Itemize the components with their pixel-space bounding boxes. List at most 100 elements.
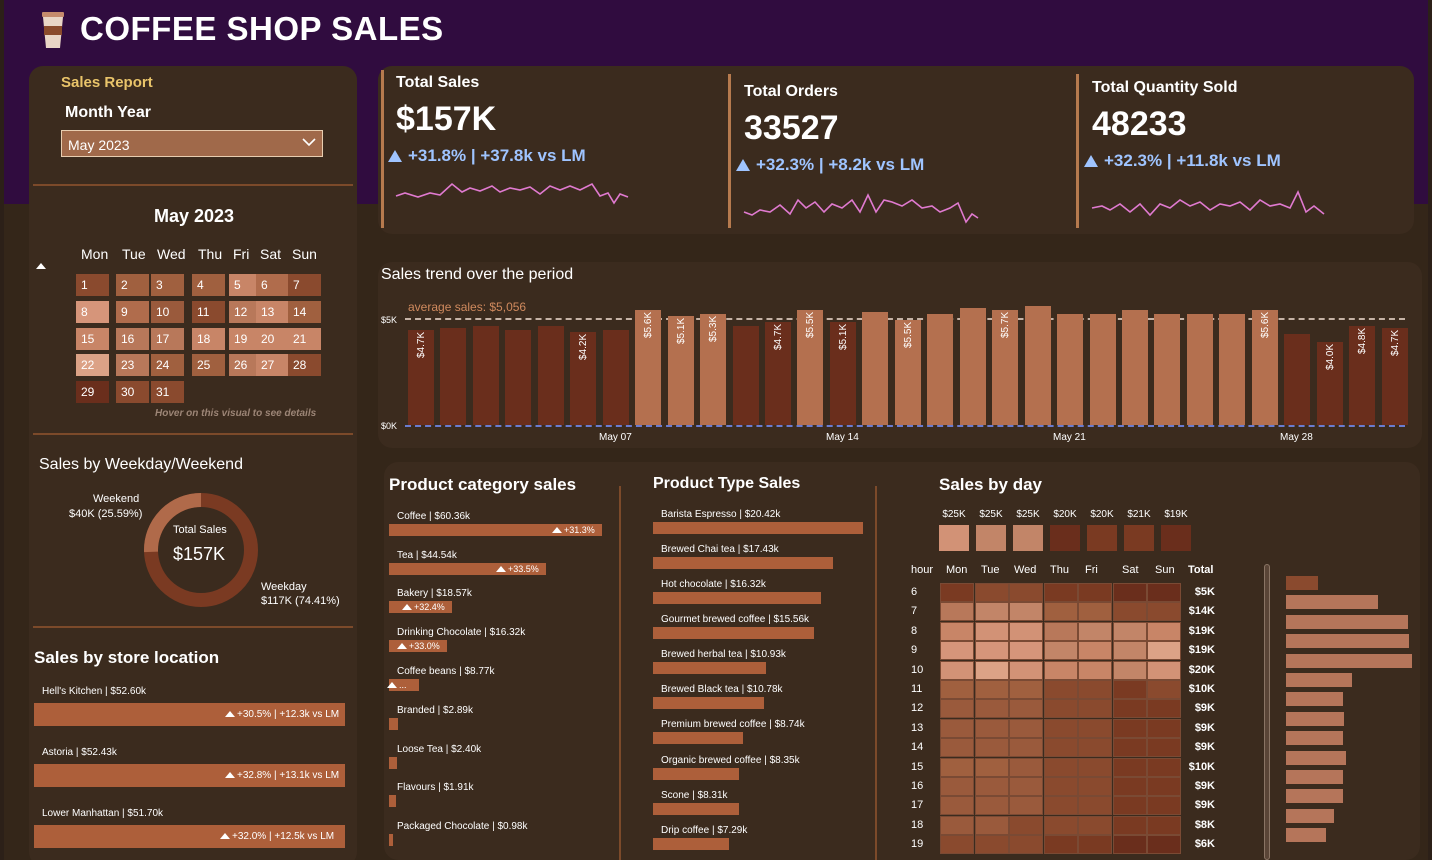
category-bar[interactable] (389, 795, 396, 807)
heatmap-cell[interactable] (1044, 815, 1078, 835)
heatmap-cell[interactable] (1009, 738, 1043, 758)
day-total-tile[interactable] (1013, 525, 1043, 551)
heatmap-cell[interactable] (975, 699, 1009, 719)
day-total-tile[interactable] (976, 525, 1006, 551)
heatmap-cell[interactable] (1078, 621, 1112, 641)
product-type-bar[interactable] (653, 697, 764, 709)
heatmap-cell[interactable] (1044, 660, 1078, 680)
category-bar[interactable] (389, 757, 397, 769)
heatmap-cell[interactable] (975, 660, 1009, 680)
heatmap-cell[interactable] (1078, 602, 1112, 622)
heatmap-cell[interactable] (940, 583, 974, 602)
product-type-bar[interactable] (653, 768, 739, 780)
heatmap-cell[interactable] (1044, 641, 1078, 661)
calendar-day[interactable]: 17 (151, 328, 184, 350)
heatmap-cell[interactable] (940, 641, 974, 661)
calendar-day[interactable]: 1 (76, 274, 109, 296)
heatmap-cell[interactable] (1009, 621, 1043, 641)
heatmap-cell[interactable] (1044, 583, 1078, 602)
calendar-day[interactable]: 15 (76, 328, 109, 350)
heatmap-cell[interactable] (1009, 641, 1043, 661)
calendar-day[interactable]: 31 (151, 381, 184, 403)
calendar-day[interactable]: 10 (151, 301, 184, 323)
calendar-day[interactable]: 16 (116, 328, 149, 350)
heatmap-cell[interactable] (975, 641, 1009, 661)
heatmap-cell[interactable] (1113, 699, 1147, 719)
product-type-bar[interactable] (653, 627, 814, 639)
heatmap-cell[interactable] (975, 602, 1009, 622)
calendar-day[interactable]: 6 (256, 274, 289, 296)
trend-bar[interactable] (1024, 306, 1051, 425)
heatmap-cell[interactable] (1078, 680, 1112, 699)
product-type-bar[interactable] (653, 803, 739, 815)
day-total-tile[interactable] (1050, 525, 1080, 551)
trend-bar[interactable] (537, 326, 564, 425)
calendar-day[interactable]: 7 (288, 274, 321, 296)
heatmap-cell[interactable] (1078, 718, 1112, 738)
product-type-bar[interactable] (653, 732, 743, 744)
heatmap-cell[interactable] (1078, 757, 1112, 777)
month-year-dropdown[interactable]: May 2023 (61, 130, 323, 157)
heatmap-cell[interactable] (1113, 796, 1147, 816)
trend-bar[interactable] (862, 312, 889, 425)
heatmap-cell[interactable] (1009, 660, 1043, 680)
heatmap-cell[interactable] (975, 621, 1009, 641)
calendar-day[interactable]: 28 (288, 354, 321, 376)
heatmap-cell[interactable] (1113, 602, 1147, 622)
trend-bar[interactable] (927, 314, 954, 425)
heatmap-cell[interactable] (1009, 602, 1043, 622)
heatmap-cell[interactable] (1078, 835, 1112, 855)
trend-bar[interactable] (1219, 314, 1246, 425)
heatmap-cell[interactable] (940, 718, 974, 738)
heatmap-cell[interactable] (1044, 757, 1078, 777)
trend-bar[interactable] (602, 330, 629, 425)
heatmap-cell[interactable] (1009, 680, 1043, 699)
heatmap-cell[interactable] (1113, 757, 1147, 777)
heatmap-cell[interactable] (1078, 777, 1112, 796)
heatmap-cell[interactable] (1044, 680, 1078, 699)
heatmap-cell[interactable] (940, 602, 974, 622)
heatmap-cell[interactable] (940, 621, 974, 641)
calendar-day[interactable]: 21 (288, 328, 321, 350)
heatmap-cell[interactable] (940, 815, 974, 835)
day-total-tile[interactable] (1161, 525, 1191, 551)
calendar-day[interactable]: 20 (256, 328, 289, 350)
heatmap-cell[interactable] (1078, 738, 1112, 758)
day-total-tile[interactable] (939, 525, 969, 551)
heatmap-cell[interactable] (940, 738, 974, 758)
trend-bar[interactable] (732, 326, 759, 425)
heatmap-cell[interactable] (940, 835, 974, 855)
heatmap-cell[interactable] (940, 660, 974, 680)
trend-bar[interactable] (1089, 314, 1116, 425)
trend-bar[interactable] (472, 326, 499, 425)
day-total-tile[interactable] (1124, 525, 1154, 551)
calendar-day[interactable]: 23 (116, 354, 149, 376)
heatmap-cell[interactable] (1009, 835, 1043, 855)
heatmap-cell[interactable] (1113, 680, 1147, 699)
calendar-day[interactable]: 11 (192, 301, 225, 323)
heatmap-cell[interactable] (1113, 718, 1147, 738)
calendar-day[interactable]: 22 (76, 354, 109, 376)
heatmap-cell[interactable] (940, 680, 974, 699)
heatmap-cell[interactable] (1078, 796, 1112, 816)
heatmap-cell[interactable] (1078, 699, 1112, 719)
heatmap-cell[interactable] (975, 718, 1009, 738)
trend-bar[interactable] (1057, 314, 1083, 425)
product-type-bar[interactable] (653, 592, 821, 604)
calendar-day[interactable]: 13 (256, 301, 289, 323)
heatmap-cell[interactable] (940, 777, 974, 796)
heatmap-cell[interactable] (1044, 699, 1078, 719)
heatmap-cell[interactable] (975, 835, 1009, 855)
heatmap-cell[interactable] (1044, 602, 1078, 622)
trend-bar[interactable] (1186, 314, 1213, 425)
product-type-bar[interactable] (653, 662, 766, 674)
heatmap-cell[interactable] (1009, 699, 1043, 719)
trend-bar[interactable] (1154, 314, 1181, 425)
calendar-day[interactable]: 14 (288, 301, 321, 323)
heatmap-cell[interactable] (1113, 641, 1147, 661)
calendar-day[interactable]: 27 (256, 354, 289, 376)
heatmap-cell[interactable] (940, 796, 974, 816)
heatmap-cell[interactable] (1113, 777, 1147, 796)
heatmap-cell[interactable] (1044, 738, 1078, 758)
heatmap-cell[interactable] (1078, 583, 1112, 602)
